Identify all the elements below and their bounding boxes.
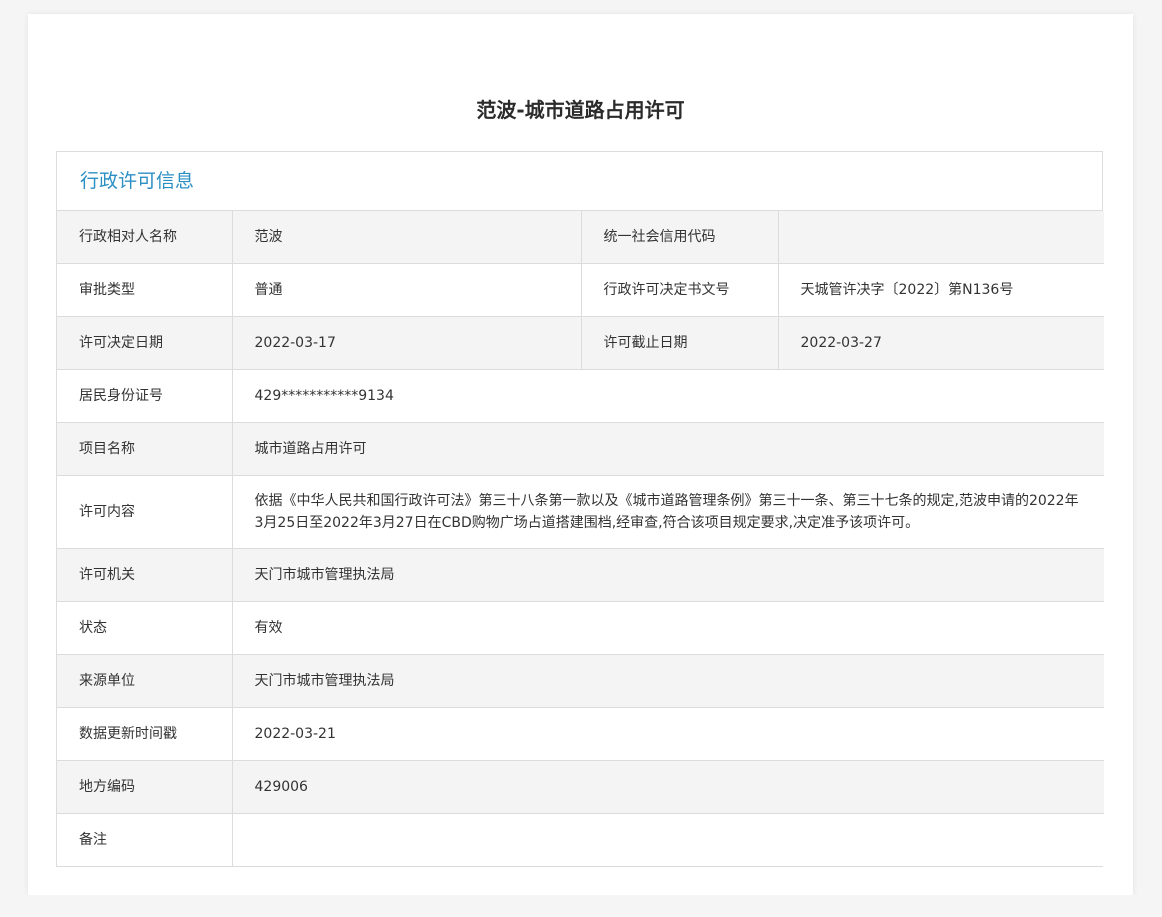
table-row: 地方编码 429006 (57, 760, 1104, 814)
table-row: 来源单位 天门市城市管理执法局 (57, 654, 1104, 708)
field-label: 数据更新时间戳 (57, 707, 233, 761)
table-row: 数据更新时间戳 2022-03-21 (57, 707, 1104, 761)
field-label: 来源单位 (57, 654, 233, 708)
table-row: 许可内容 依据《中华人民共和国行政许可法》第三十八条第一款以及《城市道路管理条例… (57, 475, 1104, 549)
field-value: 429***********9134 (232, 369, 1104, 423)
field-value (778, 211, 1104, 264)
field-value: 天门市城市管理执法局 (232, 654, 1104, 708)
table-row: 状态 有效 (57, 601, 1104, 655)
page-title: 范波-城市道路占用许可 (476, 98, 685, 122)
field-value: 城市道路占用许可 (232, 422, 1104, 476)
field-label: 备注 (57, 813, 233, 866)
permit-info-table: 行政相对人名称 范波 统一社会信用代码 审批类型 普通 行政许可决定书文号 天城… (57, 211, 1104, 866)
table-row: 许可机关 天门市城市管理执法局 (57, 548, 1104, 602)
panel-header: 行政许可信息 (57, 152, 1102, 211)
field-value: 2022-03-21 (232, 707, 1104, 761)
field-value: 有效 (232, 601, 1104, 655)
table-row: 备注 (57, 813, 1104, 866)
field-label: 项目名称 (57, 422, 233, 476)
page-footer-strip (0, 895, 1162, 917)
field-value: 依据《中华人民共和国行政许可法》第三十八条第一款以及《城市道路管理条例》第三十一… (232, 475, 1104, 549)
field-value: 普通 (232, 263, 582, 317)
table-row: 审批类型 普通 行政许可决定书文号 天城管许决字〔2022〕第N136号 (57, 263, 1104, 317)
field-label: 统一社会信用代码 (581, 211, 779, 264)
permit-info-panel: 行政许可信息 行政相对人名称 范波 统一社会信用代码 审批类型 普通 行政许可决… (56, 151, 1104, 867)
field-label: 许可内容 (57, 475, 233, 549)
field-label: 审批类型 (57, 263, 233, 317)
field-value: 429006 (232, 760, 1104, 814)
field-label: 状态 (57, 601, 233, 655)
permit-detail-card: 范波-城市道路占用许可 行政许可信息 行政相对人名称 范波 统一社会信用代码 审… (28, 14, 1133, 895)
table-row: 许可决定日期 2022-03-17 许可截止日期 2022-03-27 (57, 316, 1104, 370)
field-value: 范波 (232, 211, 582, 264)
field-value: 天城管许决字〔2022〕第N136号 (778, 263, 1104, 317)
field-label: 许可决定日期 (57, 316, 233, 370)
table-row: 项目名称 城市道路占用许可 (57, 422, 1104, 476)
field-label: 行政相对人名称 (57, 211, 233, 264)
field-value: 天门市城市管理执法局 (232, 548, 1104, 602)
field-value (232, 813, 1104, 866)
table-row: 居民身份证号 429***********9134 (57, 369, 1104, 423)
field-label: 行政许可决定书文号 (581, 263, 779, 317)
field-value: 2022-03-17 (232, 316, 582, 370)
field-label: 许可机关 (57, 548, 233, 602)
field-label: 许可截止日期 (581, 316, 779, 370)
field-value: 2022-03-27 (778, 316, 1104, 370)
field-label: 居民身份证号 (57, 369, 233, 423)
table-row: 行政相对人名称 范波 统一社会信用代码 (57, 211, 1104, 264)
field-label: 地方编码 (57, 760, 233, 814)
